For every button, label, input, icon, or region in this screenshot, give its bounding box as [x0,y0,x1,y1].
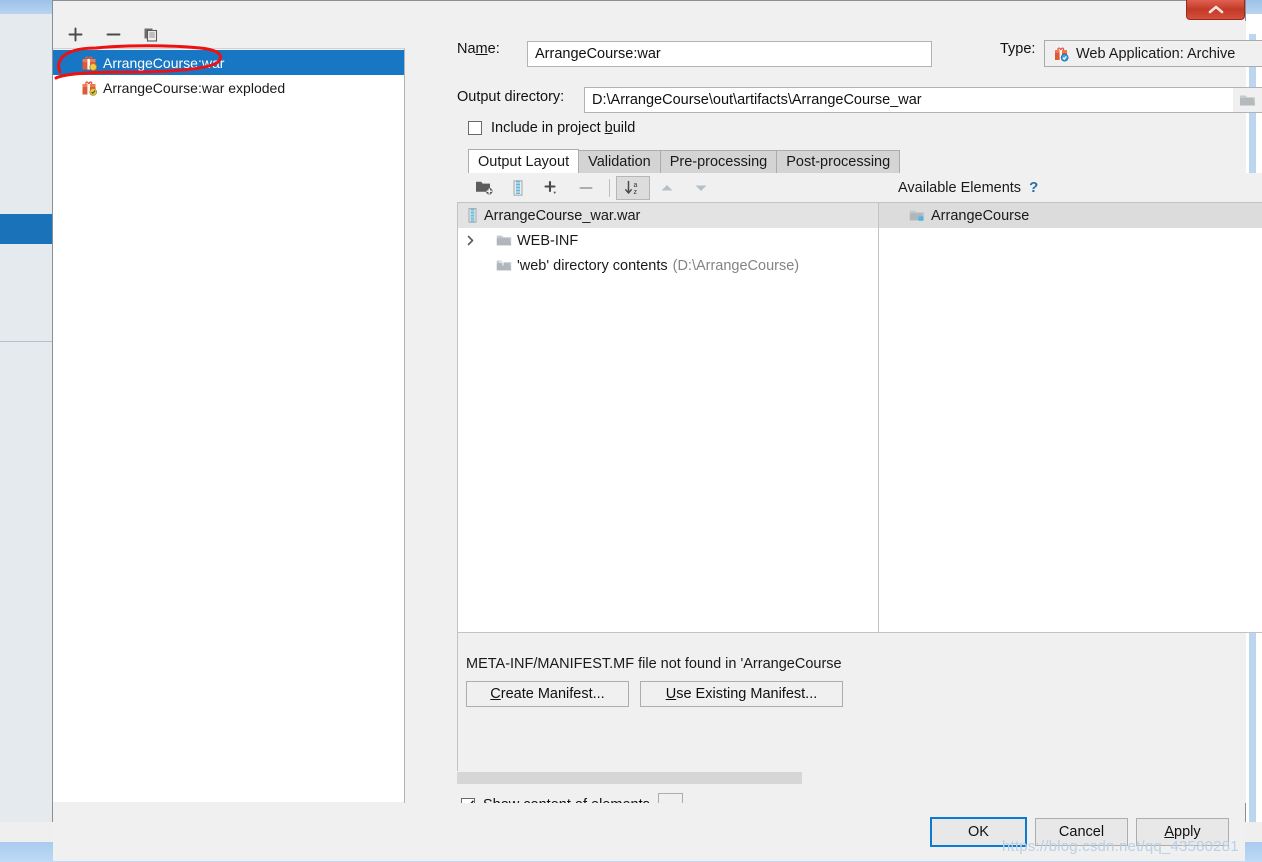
output-directory-label: Output directory: [457,89,565,105]
tab-label: Output Layout [478,153,570,170]
add-folder-icon [476,181,493,195]
move-down-button[interactable] [684,176,718,200]
svg-text:z: z [634,189,638,196]
artifact-config-pane: Name: ArrangeCourse:war Type: Web Applic… [405,21,1262,816]
add-copy-button[interactable] [535,176,569,200]
output-layout-editor: a z ArrangeCourse_war.war WEB-INF 'web' … [457,173,1262,633]
tab-post-processing[interactable]: Post-processing [776,150,901,173]
output-directory-row: Output directory: [457,89,564,105]
ide-left-toolwindow-bar [0,14,53,822]
minus-icon [579,186,593,189]
available-element-label: ArrangeCourse [931,207,1030,224]
copy-artifact-button[interactable] [141,25,161,45]
name-input[interactable]: ArrangeCourse:war [527,41,932,67]
layout-row-label: WEB-INF [517,232,579,249]
artifact-item-war[interactable]: ArrangeCourse:war [53,50,404,75]
manifest-area: META-INF/MANIFEST.MF file not found in '… [457,633,878,771]
plus-icon [68,27,82,42]
include-in-build-checkbox[interactable]: Include in project build [468,120,635,136]
copy-icon [144,28,158,42]
artifacts-tree[interactable]: ArrangeCourse:war ArrangeCourse:war expl… [53,50,404,802]
tab-output-layout[interactable]: Output Layout [468,149,580,173]
use-existing-manifest-button[interactable]: Use Existing Manifest... [640,681,843,707]
layout-row-webinf[interactable]: WEB-INF [458,228,878,253]
type-combobox-value: Web Application: Archive [1076,45,1236,62]
triangle-down-icon [695,185,707,191]
folder-icon [496,234,512,247]
include-in-build-checkbox-box [468,121,482,135]
tab-label: Post-processing [786,154,891,170]
sort-button[interactable]: a z [616,175,650,200]
svg-text:a: a [634,182,638,189]
layout-horizontal-scrollbar[interactable] [457,772,897,784]
sort-az-icon: a z [625,180,638,196]
available-elements-title: Available Elements [898,179,1022,196]
question-mark-icon[interactable]: ? [1029,179,1038,196]
war-exploded-icon [81,80,97,96]
add-archive-button[interactable] [501,176,535,200]
layout-row-suffix: (D:\ArrangeCourse) [672,257,800,274]
tab-validation[interactable]: Validation [578,150,661,173]
watermark-text: https://blog.csdn.net/qq_43580281 [1002,838,1239,855]
layout-row-label: 'web' directory contents [517,257,668,274]
chevron-up-icon [1208,5,1223,13]
output-directory-browse-button[interactable] [1233,87,1262,113]
module-folder-icon [909,209,925,222]
artifact-item-label: ArrangeCourse:war exploded [103,79,286,96]
type-combobox[interactable]: Web Application: Archive [1044,40,1262,67]
create-manifest-label: Create Manifest... [490,686,605,702]
web-archive-icon [1053,46,1069,62]
toolbar-separator [609,178,610,197]
window-close-button[interactable] [1186,0,1245,20]
archive-icon [466,208,479,223]
type-label: Type: [1000,41,1036,57]
artifacts-settings-dialog: ArrangeCourse:war ArrangeCourse:war expl… [52,0,1262,861]
artifacts-toolbar [53,21,405,49]
tab-label: Pre-processing [669,154,768,170]
move-up-button[interactable] [650,176,684,200]
output-layout-tree[interactable]: ArrangeCourse_war.war WEB-INF 'web' dire… [457,202,878,633]
war-archive-icon [81,55,97,71]
config-tabstrip: Output Layout Validation Pre-processing … [468,149,901,173]
available-elements-list[interactable]: ArrangeCourse [878,202,1262,633]
tab-label: Validation [588,154,651,170]
tab-pre-processing[interactable]: Pre-processing [659,150,778,173]
add-artifact-button[interactable] [65,25,85,45]
remove-element-button[interactable] [569,176,603,200]
manifest-message: META-INF/MANIFEST.MF file not found in '… [466,656,842,672]
name-label: Name: [457,41,500,57]
artifact-item-label: ArrangeCourse:war [103,54,225,71]
folder-link-icon [496,259,512,272]
name-field-row: Name: [457,41,500,57]
include-in-build-label: Include in project build [491,120,636,136]
triangle-up-icon [661,184,673,190]
output-directory-value: D:\ArrangeCourse\out\artifacts\ArrangeCo… [592,92,922,108]
available-elements-header: Available Elements ? [878,173,1262,202]
type-field-row: Type: [1000,41,1035,57]
available-element-row[interactable]: ArrangeCourse [879,203,1262,228]
chevron-right-icon[interactable] [462,235,478,246]
artifact-item-war-exploded[interactable]: ArrangeCourse:war exploded [53,75,404,100]
use-existing-manifest-label: Use Existing Manifest... [665,686,818,702]
remove-artifact-button[interactable] [103,25,123,45]
plus-dropdown-icon [544,180,556,194]
archive-icon [513,179,523,196]
minus-icon [106,33,120,36]
ide-toolwindow-separator [0,341,52,342]
add-directory-button[interactable] [467,176,501,200]
create-manifest-button[interactable]: Create Manifest... [466,681,629,707]
scrollbar-thumb[interactable] [457,772,802,784]
output-directory-input[interactable]: D:\ArrangeCourse\out\artifacts\ArrangeCo… [584,87,1234,113]
ok-button-label: OK [968,824,989,840]
available-elements-panel: Available Elements ? ArrangeCourse [878,173,1262,633]
folder-icon [1240,95,1255,106]
artifacts-list-pane: ArrangeCourse:war ArrangeCourse:war expl… [53,21,405,803]
layout-row-archive[interactable]: ArrangeCourse_war.war [458,203,878,228]
layout-row-label: ArrangeCourse_war.war [484,207,641,224]
ide-toolwindow-active-item[interactable] [0,214,52,244]
name-input-value: ArrangeCourse:war [535,46,661,62]
layout-row-web-contents[interactable]: 'web' directory contents (D:\ArrangeCour… [458,253,878,278]
